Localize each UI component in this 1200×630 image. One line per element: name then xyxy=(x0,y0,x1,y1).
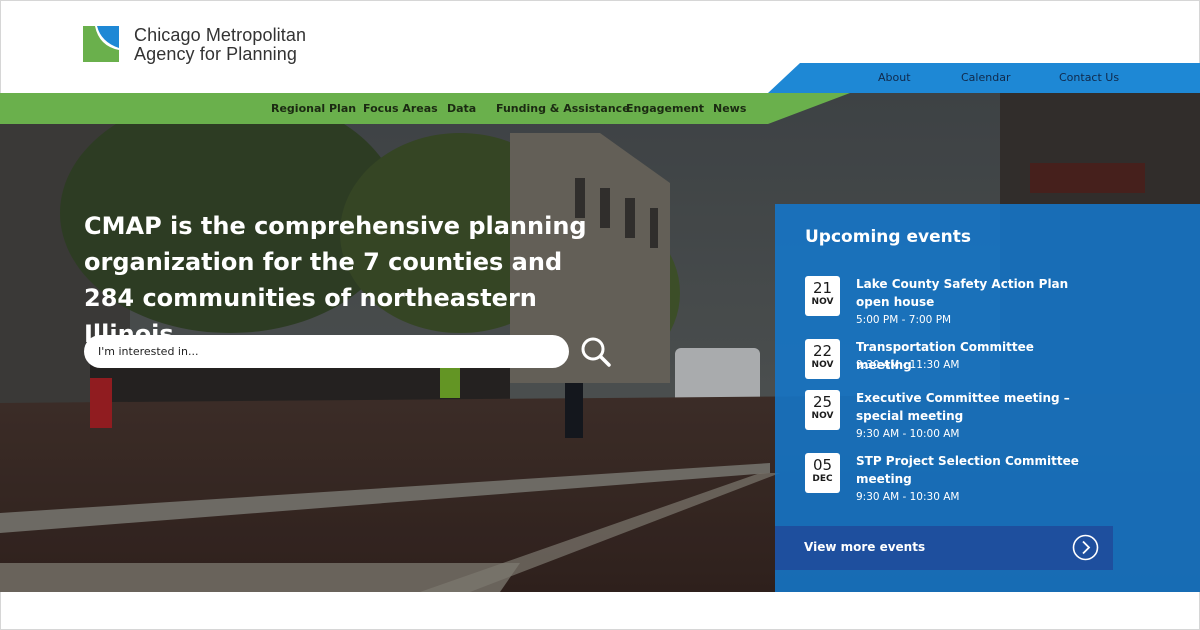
nav-item-data[interactable]: Data xyxy=(447,102,476,115)
event-date-badge: 21 NOV xyxy=(805,276,840,316)
logo-text: Chicago Metropolitan Agency for Planning xyxy=(134,26,306,64)
event-time: 5:00 PM - 7:00 PM xyxy=(856,314,952,326)
logo-line-1: Chicago Metropolitan xyxy=(134,25,307,45)
event-name[interactable]: Lake County Safety Action Plan open hous… xyxy=(856,275,1086,311)
chevron-right-circle-icon xyxy=(1072,534,1099,561)
search-box xyxy=(84,335,569,368)
logo-line-2: Agency for Planning xyxy=(134,44,298,64)
event-time: 9:30 AM - 10:30 AM xyxy=(856,491,960,503)
event-month: NOV xyxy=(811,360,834,370)
event-time: 9:30 AM - 10:00 AM xyxy=(856,428,960,440)
event-day: 05 xyxy=(812,456,833,474)
cmap-logo[interactable]: Chicago Metropolitan Agency for Planning xyxy=(83,26,306,64)
view-more-events-label: View more events xyxy=(804,540,926,554)
utility-link-about[interactable]: About xyxy=(878,71,911,84)
event-month: DEC xyxy=(812,474,833,484)
hero-section: CMAP is the comprehensive planning organ… xyxy=(0,93,1200,592)
upcoming-events-panel: Upcoming events 21 NOV Lake County Safet… xyxy=(775,204,1200,592)
event-name[interactable]: STP Project Selection Committee meeting xyxy=(856,452,1086,488)
event-day: 25 xyxy=(812,393,833,411)
hero-title: CMAP is the comprehensive planning organ… xyxy=(84,212,587,348)
nav-item-funding-assistance[interactable]: Funding & Assistance xyxy=(496,102,630,115)
event-month: NOV xyxy=(811,411,834,421)
utility-link-contact[interactable]: Contact Us xyxy=(1059,71,1119,84)
events-title: Upcoming events xyxy=(805,227,971,247)
event-date-badge: 05 DEC xyxy=(805,453,840,493)
event-name[interactable]: Executive Committee meeting – special me… xyxy=(856,389,1086,425)
event-day: 21 xyxy=(812,279,833,297)
view-more-events-button[interactable]: View more events xyxy=(775,526,1113,570)
logo-mark-icon xyxy=(83,26,119,62)
nav-item-regional-plan[interactable]: Regional Plan xyxy=(271,102,356,115)
nav-item-focus-areas[interactable]: Focus Areas xyxy=(363,102,438,115)
event-date-badge: 25 NOV xyxy=(805,390,840,430)
utility-link-calendar[interactable]: Calendar xyxy=(961,71,1010,84)
main-nav: Regional Plan Focus Areas Data Funding &… xyxy=(0,93,850,124)
search-icon[interactable] xyxy=(580,336,612,368)
utility-nav: About Calendar Contact Us xyxy=(768,63,1200,93)
search-input[interactable] xyxy=(84,335,569,368)
event-date-badge: 22 NOV xyxy=(805,339,840,379)
event-month: NOV xyxy=(811,297,834,307)
event-time: 9:30 AM - 11:30 AM xyxy=(856,359,960,371)
nav-item-engagement[interactable]: Engagement xyxy=(626,102,704,115)
event-day: 22 xyxy=(812,342,833,360)
nav-item-news[interactable]: News xyxy=(713,102,746,115)
